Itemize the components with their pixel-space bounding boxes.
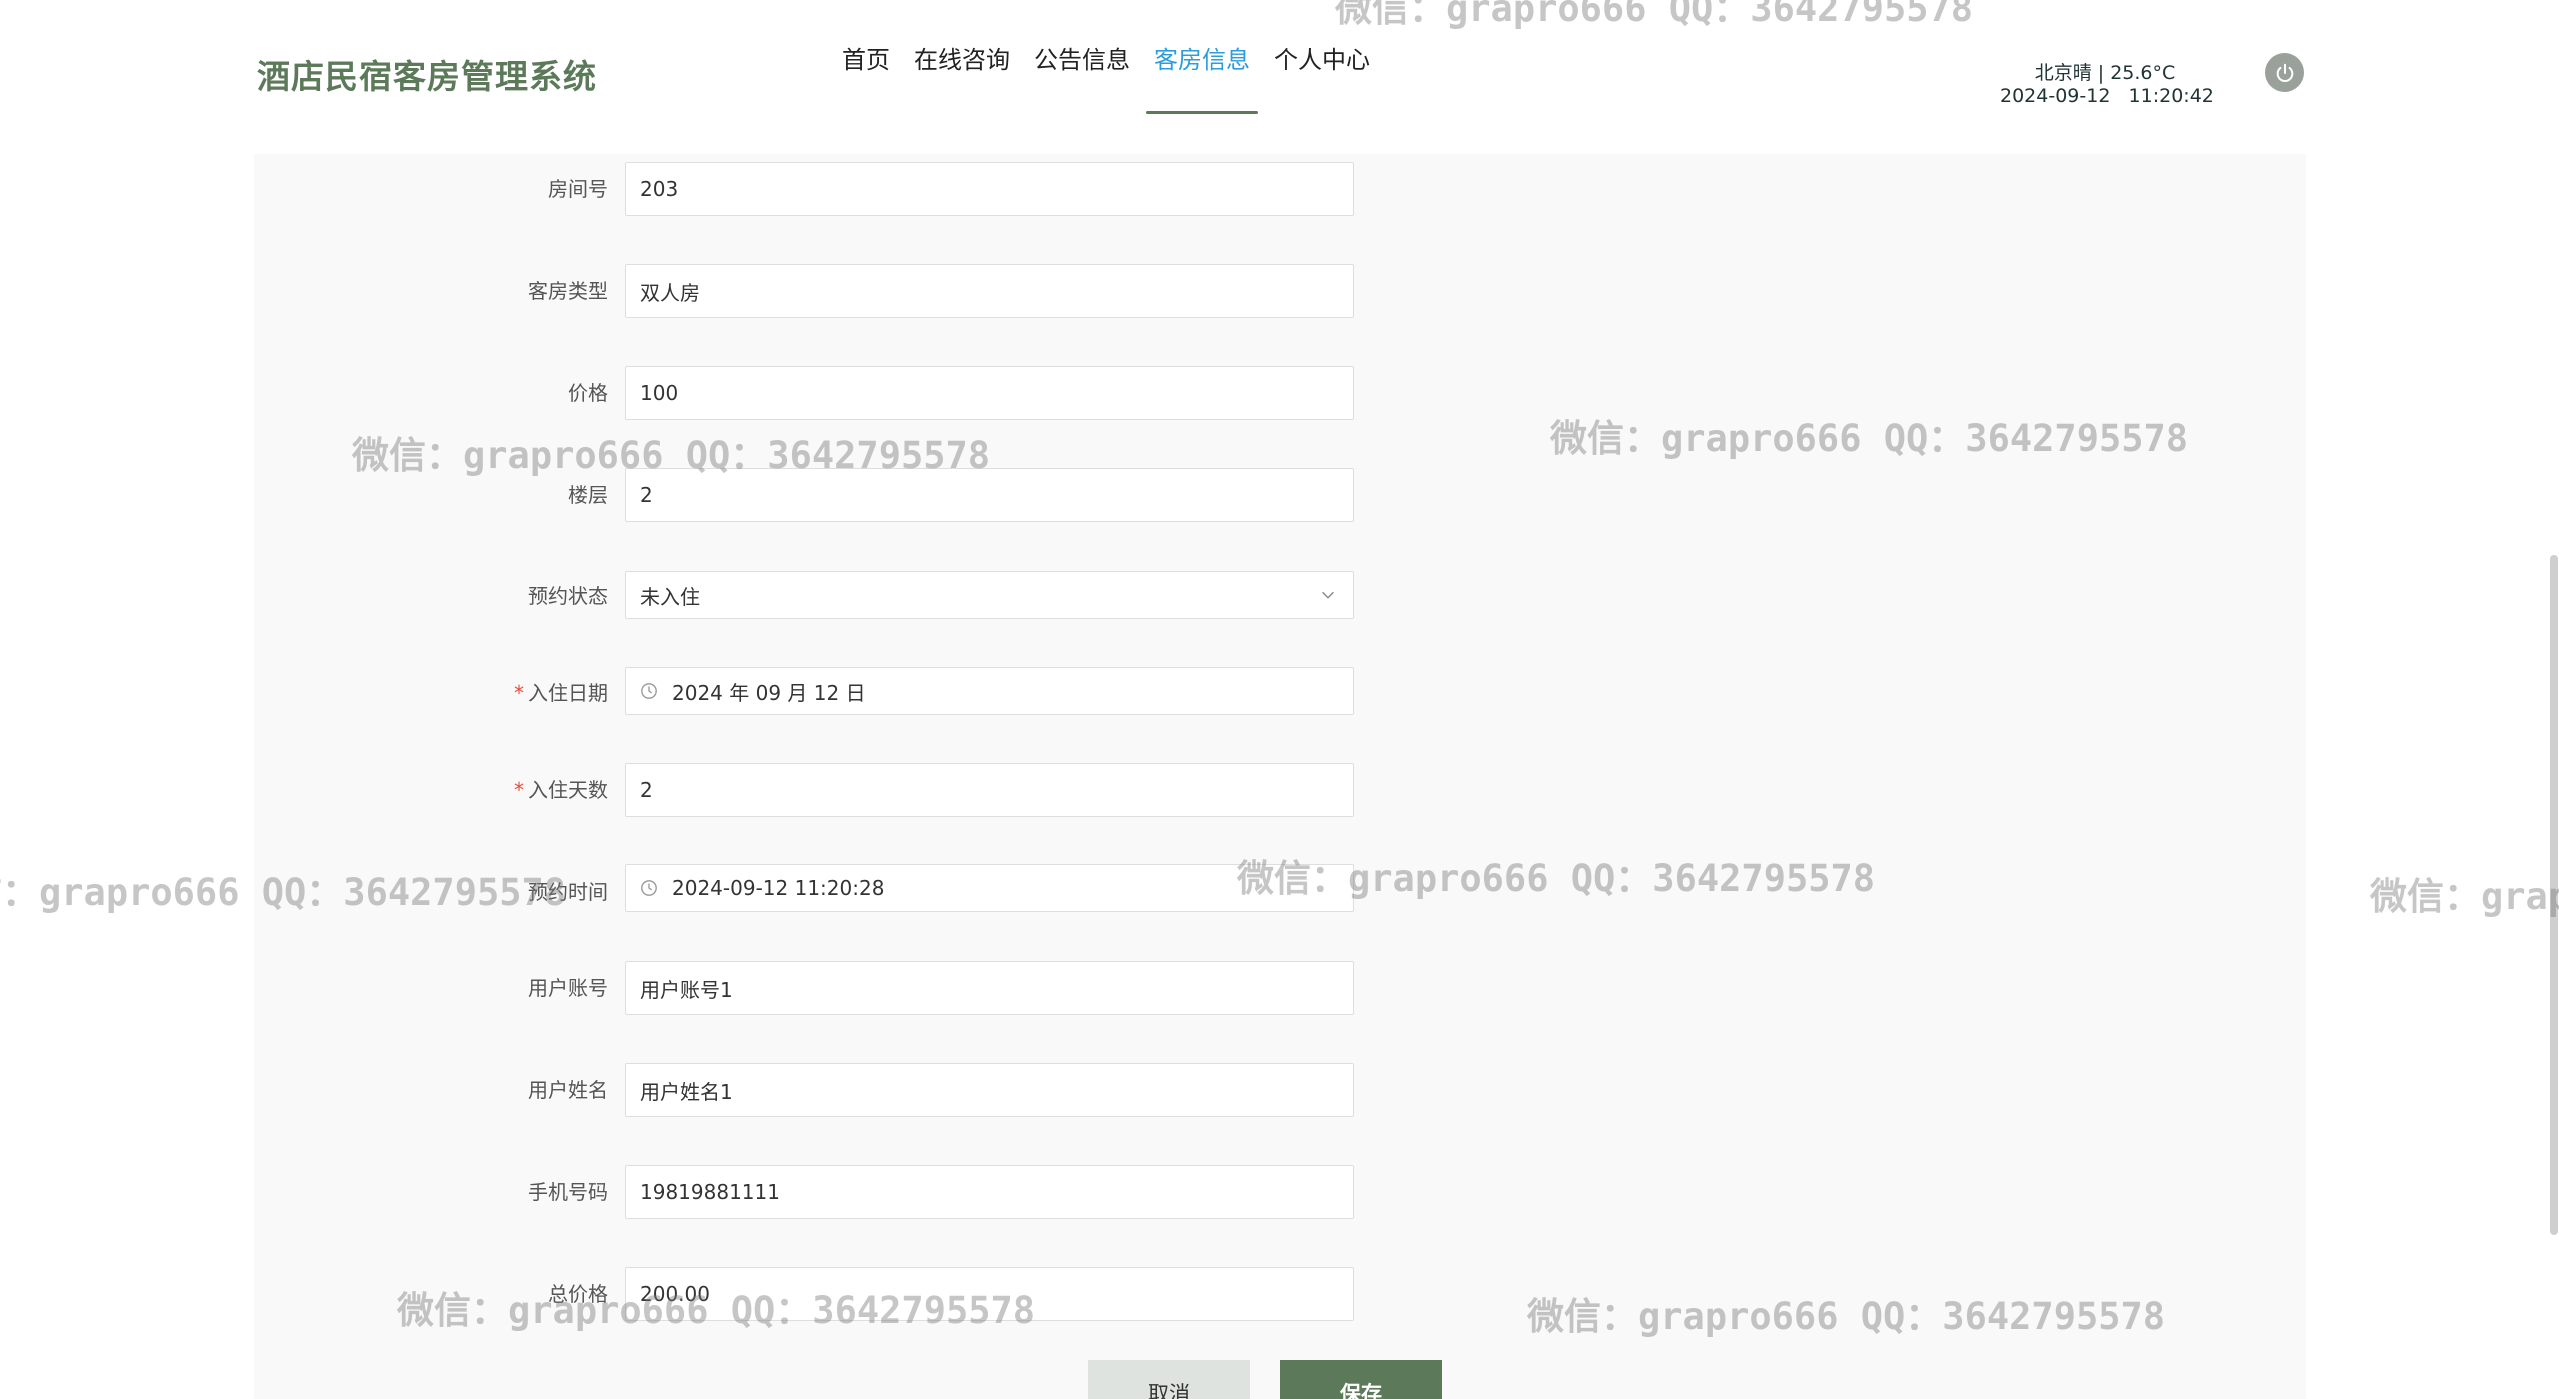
weather-widget: 北京晴 | 25.6°C 2024-09-12 11:20:42 [2000,62,2214,108]
user-account-label: 用户账号 [528,976,608,1000]
room-no-input[interactable] [625,162,1354,216]
checkin-date-label: * 入住日期 [254,677,608,706]
checkin-date-label-text: 入住日期 [528,681,608,705]
room-type-input[interactable] [625,264,1354,318]
chevron-down-icon [1322,591,1334,599]
days-value[interactable] [640,778,1339,802]
checkin-date-value: 2024 年 09 月 12 日 [672,680,866,705]
user-name-input[interactable] [625,1063,1354,1117]
booking-time-label: 预约时间 [528,880,608,904]
phone-value[interactable] [640,1180,1339,1204]
days-label: * 入住天数 [254,774,608,803]
header: 酒店民宿客房管理系统 首页 在线咨询 公告信息 客房信息 个人中心 北京晴 | … [0,0,2559,150]
total-price-input[interactable] [625,1267,1354,1321]
clock-icon [641,683,657,699]
nav-room-info[interactable]: 客房信息 [1142,0,1262,114]
cancel-button[interactable]: 取消 [1088,1360,1250,1399]
floor-label: 楼层 [568,483,608,507]
price-input[interactable] [625,366,1354,420]
status-label: 预约状态 [528,584,608,608]
nav-notice[interactable]: 公告信息 [1022,0,1142,114]
room-type-value[interactable] [640,279,1339,303]
datetime-text: 2024-09-12 11:20:42 [2000,85,2214,107]
price-label: 价格 [568,381,608,405]
save-button[interactable]: 保存 [1280,1360,1442,1399]
required-mark: * [514,681,524,705]
total-price-value[interactable] [640,1282,1339,1306]
user-name-value[interactable] [640,1078,1339,1102]
power-icon [2276,63,2293,82]
nav-home[interactable]: 首页 [830,0,902,114]
weather-text: 北京晴 | 25.6°C [2034,62,2176,84]
room-no-value[interactable] [640,177,1339,201]
room-form: 房间号 客房类型 价格 楼层 预约状态 [254,154,2306,1399]
user-name-label: 用户姓名 [528,1078,608,1102]
room-type-label: 客房类型 [528,279,608,303]
user-account-input[interactable] [625,961,1354,1015]
clock-icon [641,880,657,896]
user-account-value[interactable] [640,976,1339,1000]
required-mark: * [514,778,524,802]
days-input[interactable] [625,763,1354,817]
nav-profile[interactable]: 个人中心 [1262,0,1382,114]
site-logo: 酒店民宿客房管理系统 [257,57,597,96]
phone-input[interactable] [625,1165,1354,1219]
phone-label: 手机号码 [528,1180,608,1204]
watermark: 微信：grapro666 QQ：3642795578 [2370,875,2559,918]
checkin-date-picker[interactable]: 2024 年 09 月 12 日 [625,667,1354,715]
days-label-text: 入住天数 [528,778,608,802]
floor-input[interactable] [625,468,1354,522]
nav-consult[interactable]: 在线咨询 [902,0,1022,114]
page: 酒店民宿客房管理系统 首页 在线咨询 公告信息 客房信息 个人中心 北京晴 | … [0,0,2559,1399]
status-value: 未入住 [640,584,700,609]
status-select[interactable]: 未入住 [625,571,1354,619]
total-price-label: 总价格 [548,1282,608,1306]
price-value[interactable] [640,381,1339,405]
booking-time-value: 2024-09-12 11:20:28 [672,876,885,900]
logout-button[interactable] [2265,53,2304,92]
room-no-label: 房间号 [548,177,608,201]
floor-value[interactable] [640,483,1339,507]
scrollbar[interactable] [2550,555,2558,1235]
main-nav: 首页 在线咨询 公告信息 客房信息 个人中心 [830,0,1382,114]
booking-time-picker[interactable]: 2024-09-12 11:20:28 [625,864,1354,912]
